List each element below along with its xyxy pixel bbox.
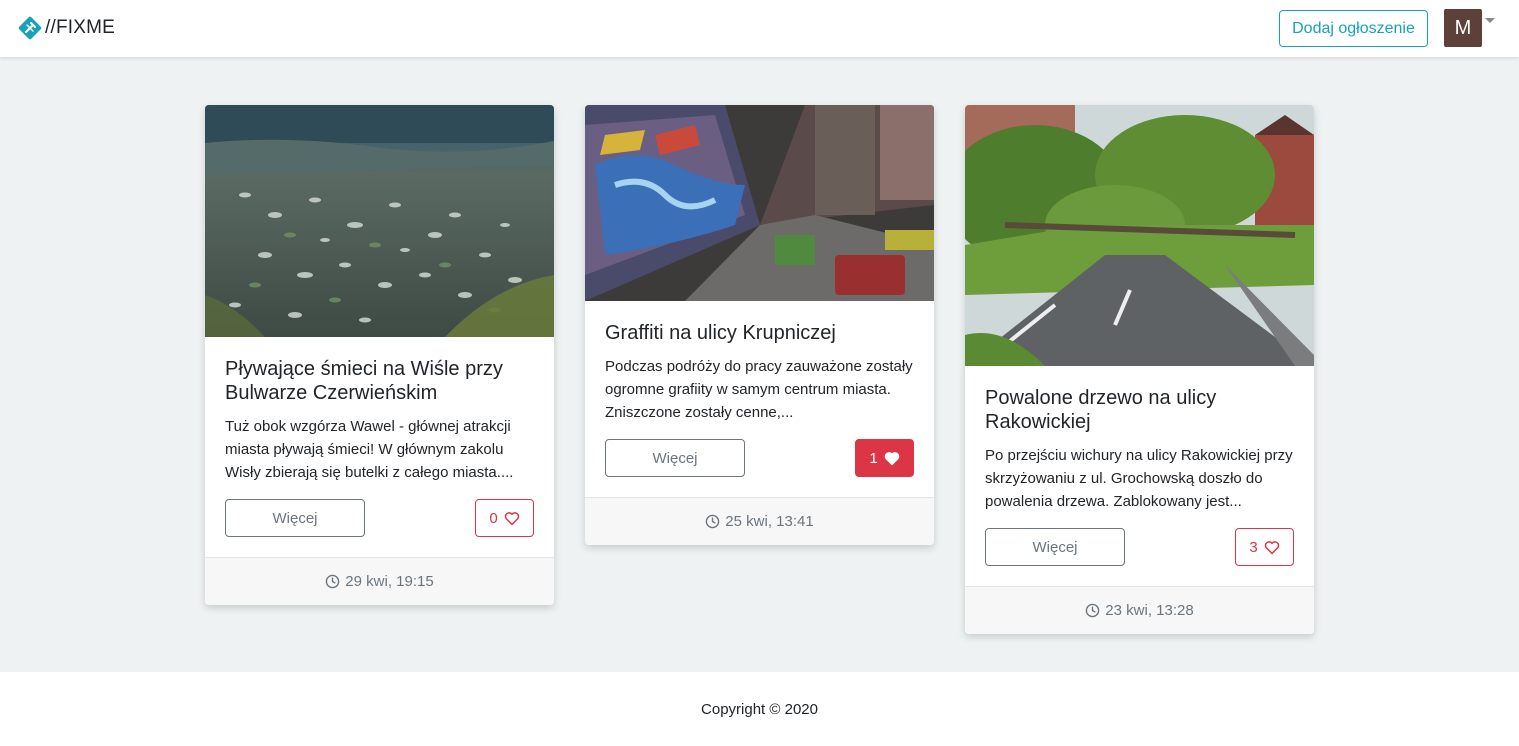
card-date: 23 kwi, 13:28 [1105,602,1194,619]
caret-down-icon[interactable] [1485,17,1495,23]
card-title: Powalone drzewo na ulicy Rakowickiej [985,387,1217,433]
card-title: Graffiti na ulicy Krupniczej [605,322,836,344]
more-button[interactable]: Więcej [985,528,1125,566]
card-footer: 29 kwi, 19:15 [205,557,554,605]
brand-name: //FIXME [45,17,116,38]
card-actions: Więcej 3 [985,528,1294,566]
card-actions: Więcej 0 [225,499,534,537]
clock-icon [326,574,340,589]
like-count: 3 [1249,538,1258,556]
more-button[interactable]: Więcej [605,439,745,477]
like-count: 0 [489,509,498,527]
card-title: Pływające śmieci na Wiśle przy Bulwarze … [225,358,503,404]
tools-logo-icon [18,16,42,40]
copyright-text: Copyright © 2020 [701,700,818,718]
heart-outline-icon [504,511,519,525]
brand-link[interactable]: //FIXME [18,16,115,40]
card-description: Po przejściu wichury na ulicy Rakowickie… [985,447,1293,510]
like-button[interactable]: 3 [1235,528,1294,566]
card-date: 25 kwi, 13:41 [725,513,814,530]
card-footer: 23 kwi, 13:28 [965,586,1314,634]
avatar[interactable]: M [1444,9,1482,47]
clock-icon [706,514,720,529]
heart-outline-icon [1264,540,1279,554]
card-image[interactable] [965,105,1314,366]
card-body: Pływające śmieci na Wiśle przy Bulwarze … [205,337,554,557]
heart-filled-icon [884,451,899,465]
user-menu[interactable]: M [1444,9,1495,47]
card-actions: Więcej 1 [605,439,914,477]
card-description: Podczas podróży do pracy zauważone zosta… [605,358,913,421]
clock-icon [1086,603,1100,618]
card-body: Powalone drzewo na ulicy Rakowickiej Po … [965,366,1314,586]
listing-card: Pływające śmieci na Wiśle przy Bulwarze … [205,105,554,605]
page-footer: Copyright © 2020 [0,672,1519,746]
card-image[interactable] [585,105,934,301]
card-footer: 25 kwi, 13:41 [585,497,934,545]
card-description: Tuż obok wzgórza Wawel - głównej atrakcj… [225,418,514,481]
card-date: 29 kwi, 19:15 [345,573,434,590]
more-button[interactable]: Więcej [225,499,365,537]
like-button[interactable]: 1 [855,439,914,477]
add-listing-button[interactable]: Dodaj ogłoszenie [1279,10,1428,47]
card-body: Graffiti na ulicy Krupniczej Podczas pod… [585,301,934,497]
navbar: //FIXME Dodaj ogłoszenie M [0,0,1519,57]
card-image[interactable] [205,105,554,337]
like-count: 1 [869,449,878,467]
main-content: Pływające śmieci na Wiśle przy Bulwarze … [0,57,1519,672]
listing-card: Graffiti na ulicy Krupniczej Podczas pod… [585,105,934,545]
like-button[interactable]: 0 [475,499,534,537]
listing-card: Powalone drzewo na ulicy Rakowickiej Po … [965,105,1314,634]
